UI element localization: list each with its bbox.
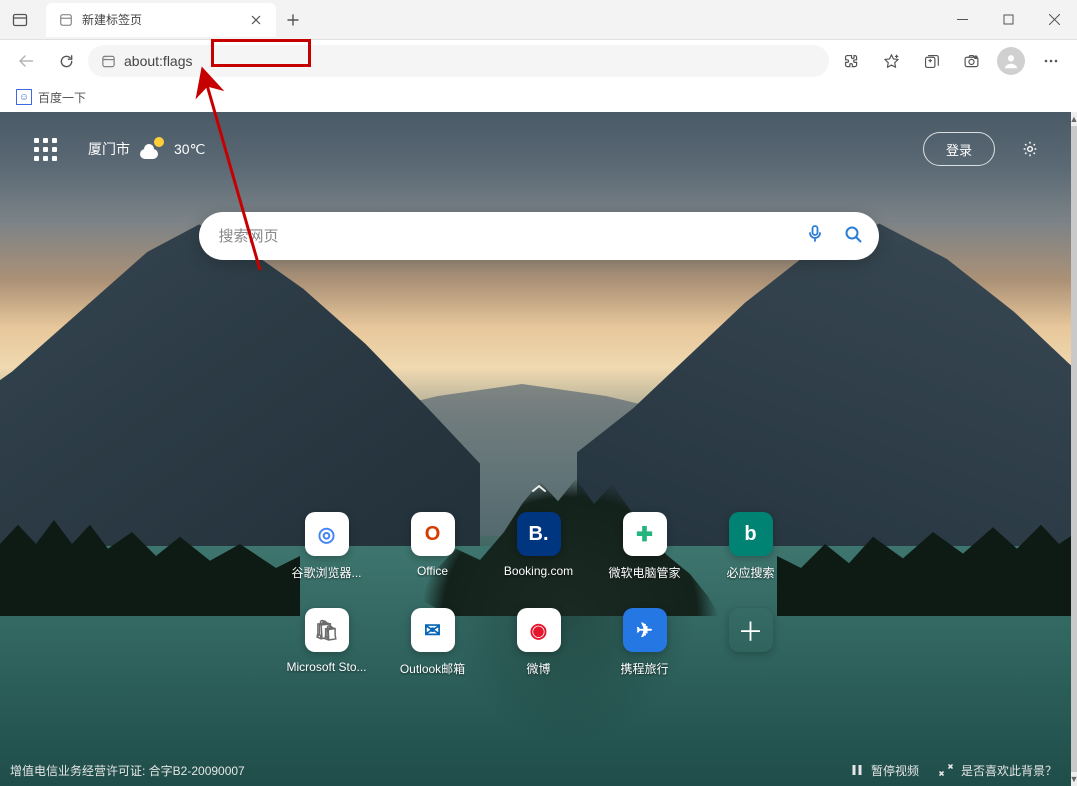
scrollbar[interactable]: ▲ ▼ [1071, 112, 1077, 786]
menu-button[interactable] [1033, 45, 1069, 77]
profile-button[interactable] [997, 47, 1025, 75]
quick-link[interactable]: ✈ 携程旅行 [592, 608, 698, 704]
tab-overview-button[interactable] [0, 0, 40, 40]
baidu-icon: ☺ [16, 89, 32, 105]
page-settings-button[interactable] [1013, 132, 1047, 166]
quick-link-tile: B. [517, 512, 561, 556]
quick-link-label: 必应搜索 [726, 564, 774, 581]
search-box[interactable] [199, 212, 879, 260]
quick-link-tile: ◎ [305, 512, 349, 556]
quick-link[interactable]: B. Booking.com [486, 512, 592, 608]
quick-link[interactable]: O Office [380, 512, 486, 608]
favorites-button[interactable] [873, 45, 909, 77]
window-controls [939, 0, 1077, 39]
app-launcher-button[interactable] [30, 134, 60, 164]
close-window-button[interactable] [1031, 0, 1077, 39]
bookmark-bar: ☺ 百度一下 [0, 82, 1077, 112]
like-label: 是否喜欢此背景？ [961, 762, 1057, 779]
weather-widget[interactable]: 厦门市 30℃ [88, 137, 205, 161]
scroll-thumb[interactable] [1071, 126, 1077, 772]
scroll-down-icon[interactable]: ▼ [1071, 772, 1077, 786]
screenshot-button[interactable] [953, 45, 989, 77]
license-text: 增值电信业务经营许可证: 合字B2-20090007 [10, 762, 841, 779]
quick-link-tile: ✚ [623, 512, 667, 556]
maximize-button[interactable] [985, 0, 1031, 39]
back-button[interactable] [8, 45, 44, 77]
quick-links-grid: ◎ 谷歌浏览器... O Office B. Booking.com ✚ 微软电脑管家 b 必应搜… [274, 512, 804, 704]
search-button[interactable] [843, 224, 863, 249]
new-tab-page: 厦门市 30℃ 登录 ◎ 谷歌浏览器... O Office B. Booking.com… [0, 112, 1077, 786]
quick-link[interactable]: b 必应搜索 [698, 512, 804, 608]
expand-quicklinks-button[interactable] [529, 482, 549, 500]
pause-video-button[interactable]: 暂停视频 [841, 762, 929, 779]
bookmark-baidu[interactable]: ☺ 百度一下 [12, 87, 90, 108]
quick-link-label: Outlook邮箱 [400, 660, 465, 677]
quick-link[interactable]: ◎ 谷歌浏览器... [274, 512, 380, 608]
voice-search-button[interactable] [805, 224, 825, 249]
search-input[interactable] [219, 228, 805, 245]
quick-link-label: 微软电脑管家 [608, 564, 680, 581]
bookmark-label: 百度一下 [38, 89, 86, 106]
browser-tab[interactable]: 新建标签页 [46, 3, 276, 37]
quick-link[interactable]: ✚ 微软电脑管家 [592, 512, 698, 608]
plus-icon: ＋ [729, 608, 773, 652]
quick-link-label: 微博 [526, 660, 550, 677]
like-background-button[interactable]: 是否喜欢此背景？ [929, 762, 1067, 779]
quick-link-label: 携程旅行 [620, 660, 668, 677]
scroll-up-icon[interactable]: ▲ [1071, 112, 1077, 126]
quick-link-tile: ✈ [623, 608, 667, 652]
quick-link-tile: O [411, 512, 455, 556]
quick-link-tile: b [729, 512, 773, 556]
address-bar[interactable] [88, 45, 829, 77]
quick-link-tile: ✉ [411, 608, 455, 652]
refresh-button[interactable] [48, 45, 84, 77]
title-bar: 新建标签页 [0, 0, 1077, 40]
quick-link[interactable]: 🛍 Microsoft Sto... [274, 608, 380, 704]
quick-link-label: Booking.com [504, 564, 573, 578]
pause-label: 暂停视频 [871, 762, 919, 779]
tab-strip: 新建标签页 [0, 0, 310, 39]
ntp-footer: 增值电信业务经营许可证: 合字B2-20090007 暂停视频 是否喜欢此背景？ [0, 754, 1077, 786]
quick-link[interactable]: ◉ 微博 [486, 608, 592, 704]
login-button[interactable]: 登录 [923, 132, 995, 166]
quick-link-label: Microsoft Sto... [286, 660, 366, 674]
new-tab-button[interactable] [276, 3, 310, 37]
tab-favicon [58, 12, 74, 28]
quick-link-tile: ◉ [517, 608, 561, 652]
add-quick-link-button[interactable]: ＋ [698, 608, 804, 704]
weather-icon [140, 137, 164, 161]
toolbar [0, 40, 1077, 82]
weather-temp: 30℃ [174, 141, 205, 158]
quick-link-label: Office [417, 564, 448, 578]
quick-link[interactable]: ✉ Outlook邮箱 [380, 608, 486, 704]
site-info-icon[interactable] [98, 51, 118, 71]
extensions-button[interactable] [833, 45, 869, 77]
collections-button[interactable] [913, 45, 949, 77]
minimize-button[interactable] [939, 0, 985, 39]
tab-close-button[interactable] [246, 10, 266, 30]
weather-city: 厦门市 [88, 139, 130, 159]
url-input[interactable] [124, 45, 823, 77]
quick-link-label: 谷歌浏览器... [291, 564, 361, 581]
tab-title: 新建标签页 [82, 11, 142, 28]
ntp-header: 厦门市 30℃ 登录 [0, 132, 1077, 166]
quick-link-tile: 🛍 [305, 608, 349, 652]
